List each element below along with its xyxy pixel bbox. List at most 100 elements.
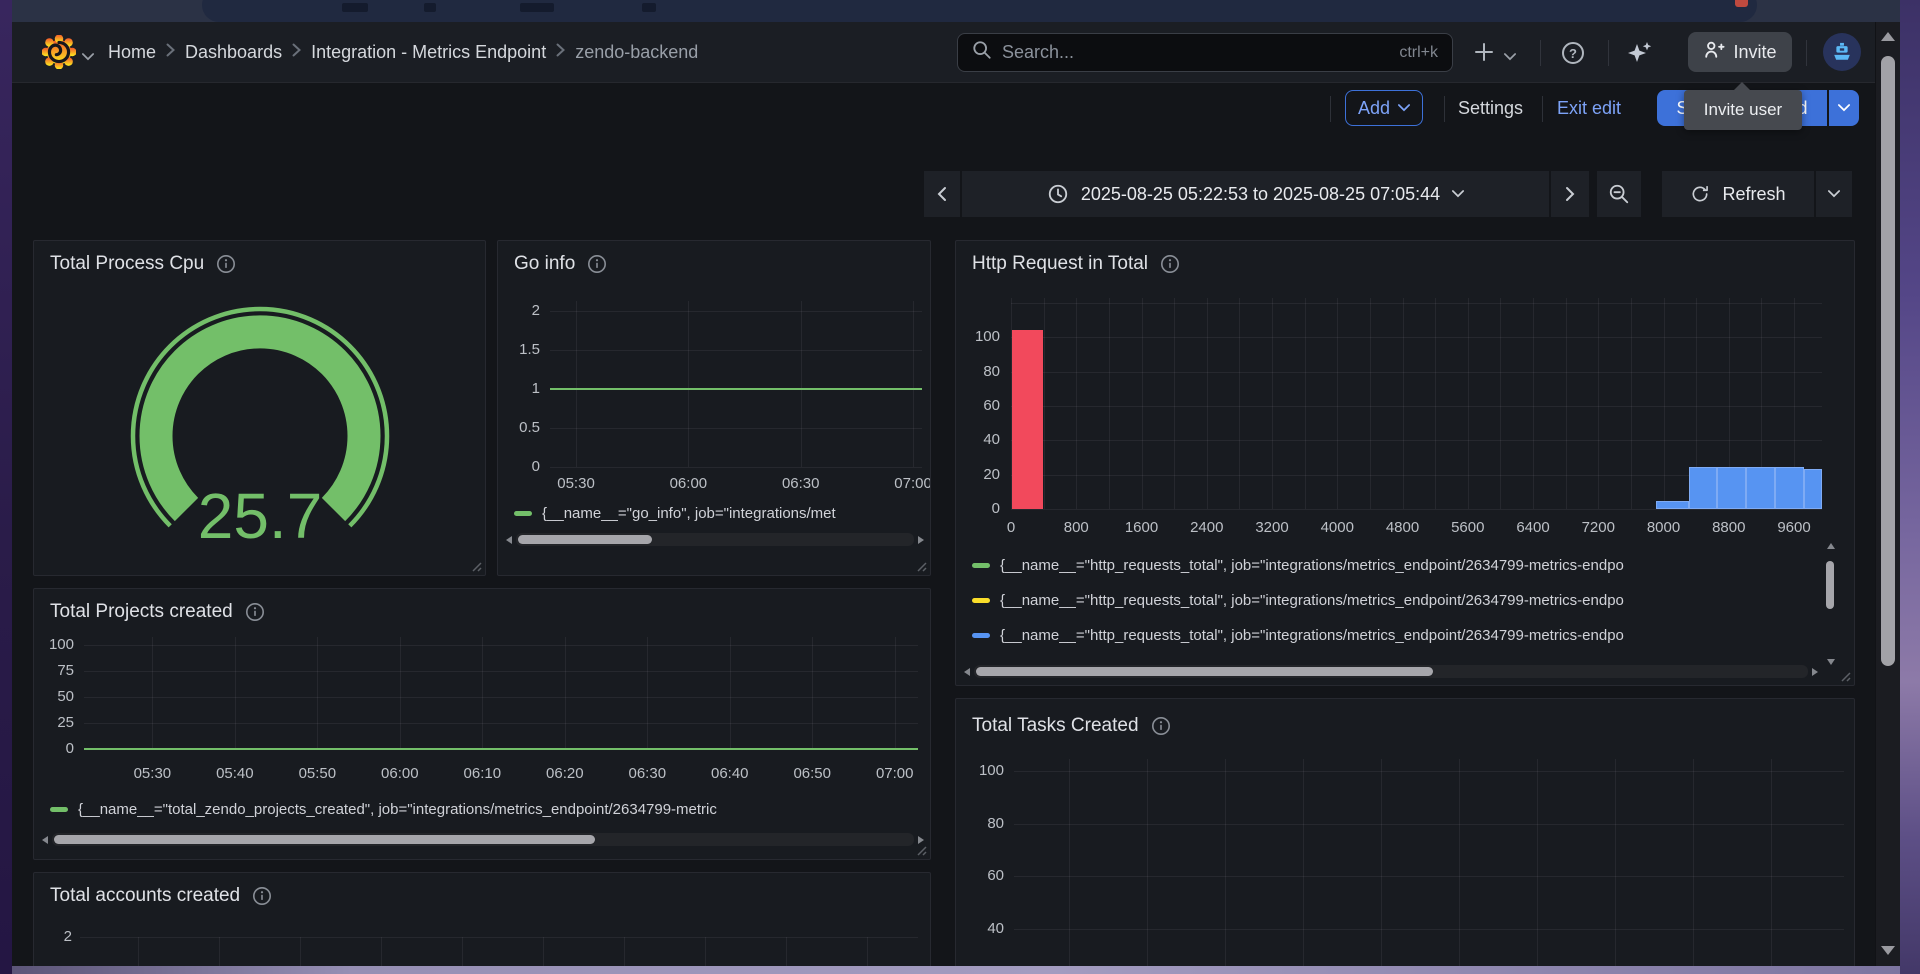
y-axis-tick-label: 1.5 [498, 341, 540, 358]
browser-text-fragment [642, 3, 656, 12]
y-axis-tick-label: 80 [956, 815, 1004, 832]
page-scrollbar[interactable] [1875, 22, 1900, 966]
search-input[interactable]: Search... ctrl+k [957, 33, 1453, 72]
legend-h-scrollbar[interactable] [506, 533, 924, 547]
panel-resize-handle[interactable] [914, 559, 927, 572]
scroll-right-arrow-icon[interactable] [918, 536, 924, 544]
save-dashboard-chevron-button[interactable] [1829, 90, 1859, 126]
panel-http-request-in-total[interactable]: Http Request in Total 020406080100080016… [955, 240, 1855, 686]
y-axis-tick-label: 2 [34, 928, 72, 945]
zoom-out-time-button[interactable] [1597, 171, 1641, 217]
nav-divider [1608, 40, 1609, 66]
exit-edit-button[interactable]: Exit edit [1557, 90, 1621, 126]
scroll-left-arrow-icon[interactable] [42, 836, 48, 844]
help-icon[interactable]: ? [1560, 40, 1586, 71]
nav-divider [1540, 40, 1541, 66]
y-axis-tick-label: 100 [34, 636, 74, 653]
h-scrollbar-thumb[interactable] [976, 667, 1433, 676]
grid-line [1615, 759, 1616, 966]
robot-avatar-icon [1829, 39, 1855, 65]
legend-item-label[interactable]: {__name__="go_info", job="integrations/m… [542, 505, 896, 522]
panel-go-info[interactable]: Go info 21.510.5005:3006:0006:3007:00{__… [497, 240, 931, 576]
x-axis-tick-label: 05:40 [200, 765, 270, 782]
grid-line [1533, 298, 1534, 509]
scroll-down-arrow-icon[interactable] [1881, 946, 1895, 955]
y-axis-tick-label: 75 [34, 662, 74, 679]
legend-color-dash [972, 633, 990, 638]
browser-extension-icon[interactable] [1735, 0, 1748, 7]
h-scrollbar-thumb[interactable] [54, 835, 595, 844]
time-shift-forward-button[interactable] [1551, 171, 1589, 217]
x-axis-tick-label: 0 [976, 519, 1046, 536]
scroll-left-arrow-icon[interactable] [506, 536, 512, 544]
scroll-left-arrow-icon[interactable] [964, 668, 970, 676]
legend-item-label[interactable]: {__name__="total_zendo_projects_created"… [78, 801, 896, 818]
panel-total-tasks-created[interactable]: Total Tasks Created 100806040 [955, 698, 1855, 966]
refresh-button[interactable]: Refresh [1662, 171, 1814, 217]
invite-button[interactable]: Invite [1688, 32, 1792, 72]
search-icon [972, 40, 992, 65]
x-axis-tick-label: 2400 [1172, 519, 1242, 536]
panel-total-process-cpu[interactable]: Total Process Cpu 25.7 [33, 240, 486, 576]
search-placeholder: Search... [1002, 42, 1399, 63]
top-nav: Home Dashboards Integration - Metrics En… [12, 22, 1900, 83]
tasks-chart: 100806040 [956, 699, 1854, 966]
page-scrollbar-thumb[interactable] [1881, 56, 1895, 666]
breadcrumb-folder[interactable]: Integration - Metrics Endpoint [311, 42, 546, 63]
panel-resize-handle[interactable] [1838, 669, 1851, 682]
panel-total-accounts-created[interactable]: Total accounts created 2 [33, 872, 931, 966]
h-scrollbar-thumb[interactable] [518, 535, 652, 544]
panel-resize-handle[interactable] [469, 559, 482, 572]
grid-line [550, 350, 922, 351]
grid-line [565, 637, 566, 749]
scroll-up-arrow-icon[interactable] [1827, 543, 1835, 549]
scroll-down-arrow-icon[interactable] [1827, 659, 1835, 665]
grid-line [1598, 298, 1599, 509]
legend-v-scrollbar[interactable] [1824, 543, 1838, 665]
grid-line [1011, 509, 1822, 510]
series-line [84, 748, 918, 750]
legend-h-scrollbar[interactable] [42, 833, 924, 847]
x-axis-tick-label: 4000 [1302, 519, 1372, 536]
time-range-picker-button[interactable]: 2025-08-25 05:22:53 to 2025-08-25 07:05:… [962, 171, 1549, 217]
add-panel-button[interactable]: Add [1345, 90, 1423, 126]
grid-line [624, 937, 625, 966]
x-axis-tick-label: 9600 [1759, 519, 1829, 536]
x-axis-tick-label: 3200 [1237, 519, 1307, 536]
toolbar-divider [1444, 96, 1445, 122]
legend-item-label[interactable]: {__name__="http_requests_total", job="in… [1000, 592, 1820, 609]
x-axis-tick-label: 06:20 [530, 765, 600, 782]
grid-line [1011, 303, 1822, 304]
legend-item-label[interactable]: {__name__="http_requests_total", job="in… [1000, 627, 1820, 644]
ai-sparkle-icon[interactable] [1626, 39, 1654, 72]
chevron-down-icon [1838, 104, 1850, 112]
breadcrumb-dashboards[interactable]: Dashboards [185, 42, 282, 63]
legend-item-label[interactable]: {__name__="http_requests_total", job="in… [1000, 557, 1820, 574]
y-axis-tick-label: 1 [498, 380, 540, 397]
dashboard-settings-button[interactable]: Settings [1458, 90, 1523, 126]
user-avatar[interactable] [1823, 33, 1861, 71]
clock-icon [1047, 183, 1069, 205]
grafana-logo[interactable] [42, 35, 76, 69]
grid-line [895, 637, 896, 749]
invite-label: Invite [1733, 42, 1776, 63]
breadcrumb-home[interactable]: Home [108, 42, 156, 63]
time-shift-back-button[interactable] [924, 171, 960, 217]
add-new-button[interactable] [1472, 40, 1496, 69]
breadcrumb-separator-icon [292, 43, 301, 62]
scroll-up-arrow-icon[interactable] [1881, 32, 1895, 41]
y-axis-tick-label: 0 [498, 458, 540, 475]
legend-h-scrollbar[interactable] [964, 665, 1818, 679]
grid-line [84, 697, 918, 698]
grid-line [550, 311, 922, 312]
grid-line [1303, 759, 1304, 966]
x-axis-tick-label: 06:00 [365, 765, 435, 782]
v-scrollbar-thumb[interactable] [1826, 561, 1834, 609]
panel-total-projects-created[interactable]: Total Projects created 100755025005:3005… [33, 588, 931, 860]
panel-resize-handle[interactable] [914, 843, 927, 856]
scroll-right-arrow-icon[interactable] [1812, 668, 1818, 676]
refresh-interval-chevron-button[interactable] [1816, 171, 1852, 217]
org-switcher-chevron-icon[interactable] [82, 48, 94, 66]
grid-line [1014, 771, 1844, 772]
add-new-chevron-icon[interactable] [1504, 48, 1516, 66]
